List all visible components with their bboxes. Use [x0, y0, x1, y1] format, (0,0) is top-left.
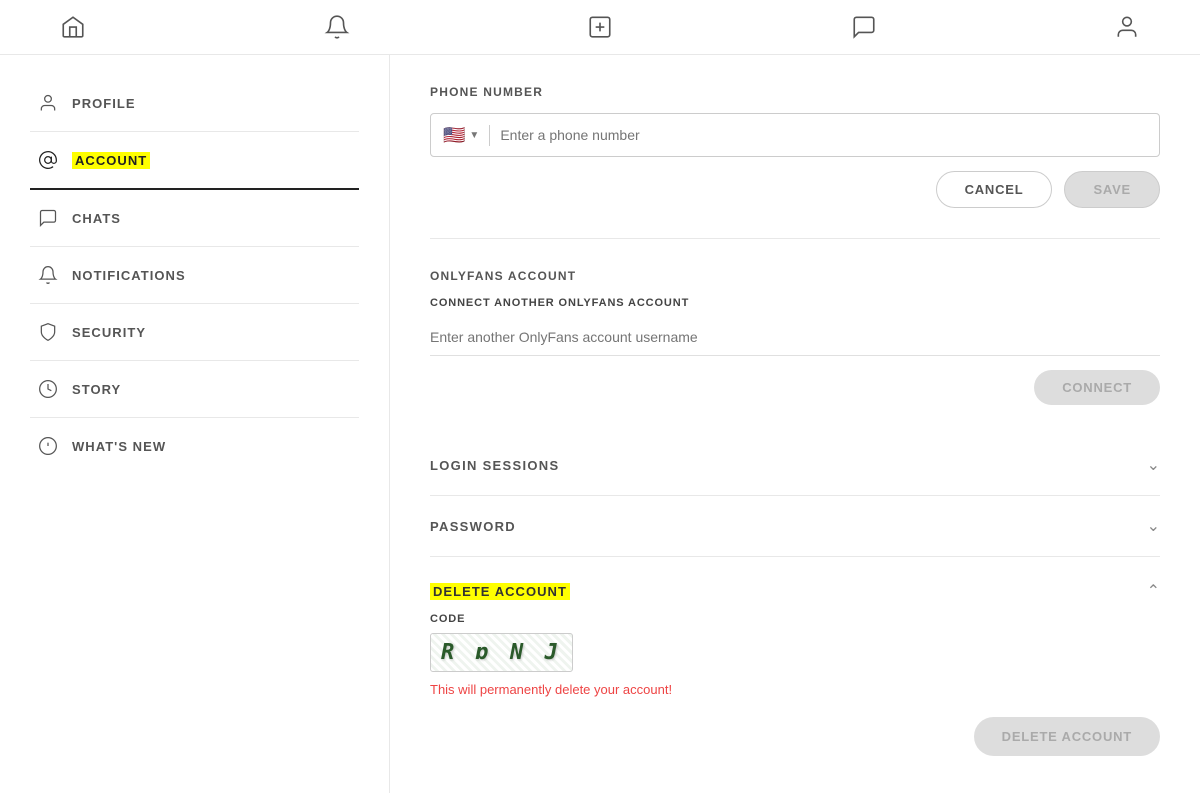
home-nav-button[interactable]: [60, 14, 86, 40]
delete-account-button[interactable]: DELETE ACCOUNT: [974, 717, 1160, 756]
main-content: PHONE NUMBER 🇺🇸 ▼ CANCEL SAVE ONLYFANS A…: [390, 55, 1200, 793]
chats-icon: [38, 208, 58, 228]
main-layout: PROFILE ACCOUNT CHATS NOTIFICATIONS SECU…: [0, 55, 1200, 793]
delete-warning-text: This will permanently delete your accoun…: [430, 682, 1160, 697]
connect-actions: CONNECT: [430, 370, 1160, 405]
user-icon: [38, 93, 58, 113]
sidebar-label-notifications: NOTIFICATIONS: [72, 268, 186, 283]
phone-input[interactable]: [500, 127, 1147, 143]
create-post-nav-button[interactable]: [587, 14, 613, 40]
clock-icon: [38, 379, 58, 399]
delete-account-section: DELETE ACCOUNT ⌃ CODE R ɒ N J This will …: [430, 565, 1160, 756]
chevron-down-icon: ⌄: [1147, 455, 1160, 475]
at-sign-icon: [38, 150, 58, 170]
sidebar-item-chats[interactable]: CHATS: [30, 190, 359, 247]
onlyfans-section: ONLYFANS ACCOUNT CONNECT ANOTHER ONLYFAN…: [430, 269, 1160, 405]
connect-button[interactable]: CONNECT: [1034, 370, 1160, 405]
phone-number-label: PHONE NUMBER: [430, 85, 1160, 99]
sidebar-label-account: ACCOUNT: [72, 153, 150, 168]
delete-account-body: CODE R ɒ N J This will permanently delet…: [430, 613, 1160, 756]
phone-input-container: 🇺🇸 ▼: [430, 113, 1160, 157]
delete-account-label: DELETE ACCOUNT: [430, 584, 570, 599]
login-sessions-row[interactable]: LOGIN SESSIONS ⌄: [430, 435, 1160, 496]
sidebar-item-account[interactable]: ACCOUNT: [30, 132, 359, 190]
chevron-down-icon: ⌄: [1147, 516, 1160, 536]
chevron-down-icon: ▼: [469, 130, 479, 141]
flag-icon: 🇺🇸: [443, 125, 465, 146]
cancel-button[interactable]: CANCEL: [936, 171, 1053, 208]
divider-1: [430, 238, 1160, 239]
country-selector[interactable]: 🇺🇸 ▼: [443, 125, 490, 146]
shield-icon: [38, 322, 58, 342]
profile-nav-button[interactable]: [1114, 14, 1140, 40]
save-button[interactable]: SAVE: [1064, 171, 1160, 208]
top-nav: [0, 0, 1200, 55]
messages-nav-button[interactable]: [851, 14, 877, 40]
sidebar-label-profile: PROFILE: [72, 96, 136, 111]
sidebar-item-security[interactable]: SECURITY: [30, 304, 359, 361]
sidebar: PROFILE ACCOUNT CHATS NOTIFICATIONS SECU…: [0, 55, 390, 793]
sidebar-label-story: STORY: [72, 382, 121, 397]
notifications-nav-button[interactable]: [324, 14, 350, 40]
delete-account-header[interactable]: DELETE ACCOUNT ⌃: [430, 565, 1160, 613]
sidebar-label-chats: CHATS: [72, 211, 121, 226]
sidebar-item-story[interactable]: STORY: [30, 361, 359, 418]
delete-account-actions: DELETE ACCOUNT: [430, 717, 1160, 756]
sidebar-label-security: SECURITY: [72, 325, 146, 340]
code-label: CODE: [430, 613, 1160, 625]
sidebar-item-whats-new[interactable]: WHAT'S NEW: [30, 418, 359, 474]
password-row[interactable]: PASSWORD ⌄: [430, 496, 1160, 557]
sidebar-item-notifications[interactable]: NOTIFICATIONS: [30, 247, 359, 304]
phone-number-section: PHONE NUMBER 🇺🇸 ▼ CANCEL SAVE: [430, 85, 1160, 208]
login-sessions-label: LOGIN SESSIONS: [430, 458, 559, 473]
onlyfans-username-input[interactable]: [430, 319, 1160, 356]
whats-new-icon: [38, 436, 58, 456]
notifications-icon: [38, 265, 58, 285]
password-label: PASSWORD: [430, 519, 516, 534]
connect-another-label: CONNECT ANOTHER ONLYFANS ACCOUNT: [430, 297, 1160, 309]
sidebar-label-whats-new: WHAT'S NEW: [72, 439, 166, 454]
phone-actions: CANCEL SAVE: [430, 171, 1160, 208]
captcha-image: R ɒ N J: [430, 633, 573, 672]
chevron-up-icon: ⌃: [1147, 581, 1160, 601]
sidebar-item-profile[interactable]: PROFILE: [30, 75, 359, 132]
onlyfans-label: ONLYFANS ACCOUNT: [430, 269, 1160, 283]
